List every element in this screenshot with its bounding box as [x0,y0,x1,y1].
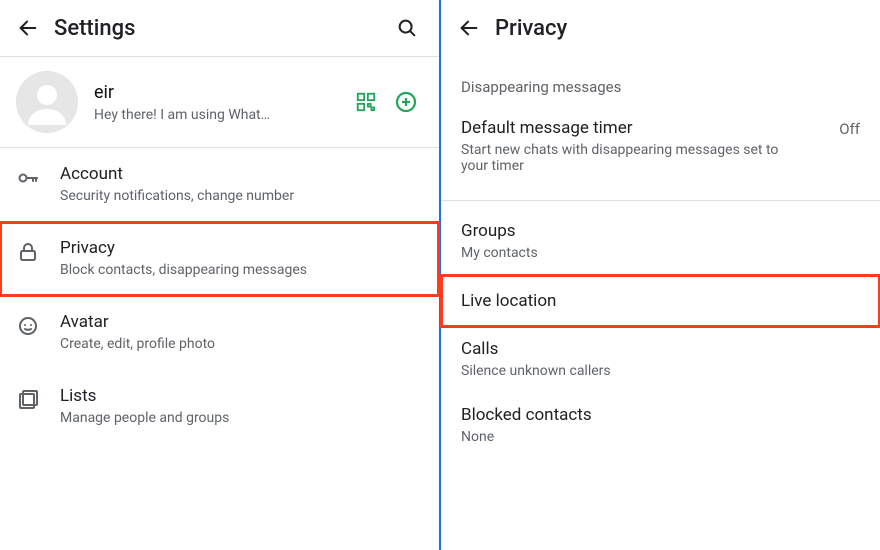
settings-item-account[interactable]: Account Security notifications, change n… [0,148,439,222]
back-icon[interactable] [451,10,487,46]
item-title: Avatar [60,312,423,332]
privacy-header: Privacy [441,0,880,56]
add-circle-icon[interactable] [393,89,419,115]
settings-item-avatar[interactable]: Avatar Create, edit, profile photo [0,296,439,370]
privacy-item-blocked-contacts[interactable]: Blocked contacts None [441,393,880,459]
privacy-item-calls[interactable]: Calls Silence unknown callers [441,327,880,393]
key-icon [16,164,60,190]
page-title: Privacy [495,16,567,41]
settings-list: Account Security notifications, change n… [0,148,439,444]
item-title: Blocked contacts [461,405,860,425]
lock-icon [16,238,60,264]
back-icon[interactable] [10,10,46,46]
item-subtitle: Start new chats with disappearing messag… [461,142,791,174]
section-header: Disappearing messages [441,56,880,106]
profile-name: eir [94,82,353,103]
item-subtitle: Block contacts, disappearing messages [60,262,423,278]
item-subtitle: Create, edit, profile photo [60,336,423,352]
item-title: Lists [60,386,423,406]
settings-item-privacy[interactable]: Privacy Block contacts, disappearing mes… [0,222,439,296]
face-icon [16,312,60,338]
privacy-pane: Privacy Disappearing messages Default me… [441,0,880,550]
item-title: Account [60,164,423,184]
item-title: Calls [461,339,860,359]
profile-status: Hey there! I am using What… [94,107,294,123]
item-title: Privacy [60,238,423,258]
item-subtitle: Security notifications, change number [60,188,423,204]
item-subtitle: None [461,429,791,445]
profile-text: eir Hey there! I am using What… [94,82,353,123]
qr-code-icon[interactable] [353,89,379,115]
settings-header: Settings [0,0,439,56]
privacy-item-live-location[interactable]: Live location [441,275,880,327]
item-title: Live location [461,291,860,311]
item-title: Default message timer [461,118,827,138]
item-subtitle: Silence unknown callers [461,363,791,379]
privacy-item-groups[interactable]: Groups My contacts [441,209,880,275]
item-subtitle: My contacts [461,245,791,261]
search-icon[interactable] [389,10,425,46]
settings-item-lists[interactable]: Lists Manage people and groups [0,370,439,444]
avatar [16,71,78,133]
profile-row[interactable]: eir Hey there! I am using What… [0,57,439,147]
item-subtitle: Manage people and groups [60,410,423,426]
lists-icon [16,386,60,412]
settings-pane: Settings eir Hey there! I am using What… [0,0,441,550]
privacy-item-default-timer[interactable]: Default message timer Start new chats wi… [441,106,880,188]
item-title: Groups [461,221,860,241]
profile-actions [353,89,419,115]
divider [441,200,880,201]
page-title: Settings [54,16,135,41]
item-value: Off [839,118,860,138]
